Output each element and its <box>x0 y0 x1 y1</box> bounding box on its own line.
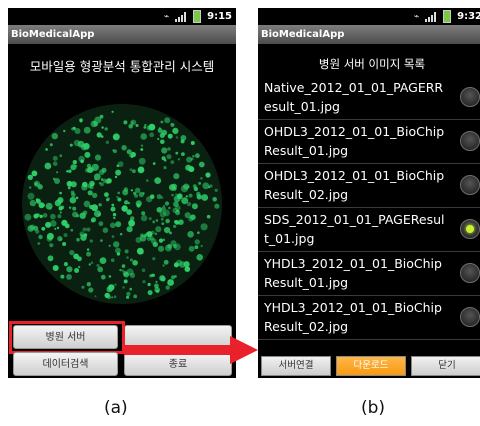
radio-button[interactable] <box>460 219 480 239</box>
data-search-button[interactable]: 데이터검색 <box>13 352 118 376</box>
radio-button[interactable] <box>460 175 480 195</box>
fluorescence-image <box>22 104 222 304</box>
list-item[interactable]: OHDL3_2012_01_01_BioChipResult_01.jpg <box>258 120 480 164</box>
file-name: OHDL3_2012_01_01_BioChipResult_01.jpg <box>264 124 445 158</box>
file-name: SDS_2012_01_01_PAGEResult_01.jpg <box>264 212 445 246</box>
radio-button[interactable] <box>460 307 480 327</box>
app-title: BioMedicalApp <box>258 25 480 44</box>
file-list: Native_2012_01_01_PAGERResult_01.jpg OHD… <box>258 76 480 340</box>
phone-screen-b: ⌁ 9:32 BioMedicalApp 병원 서버 이미지 목록 Native… <box>258 8 480 378</box>
file-name: YHDL3_2012_01_01_BioChipResult_01.jpg <box>264 256 442 290</box>
file-name: YHDL3_2012_01_01_BioChipResult_02.jpg <box>264 300 442 334</box>
list-item[interactable]: YHDL3_2012_01_01_BioChipResult_02.jpg <box>258 296 480 340</box>
usb-icon: ⌁ <box>163 11 170 22</box>
page-heading: 모바일용 형광분석 통합관리 시스템 <box>29 59 215 74</box>
list-item[interactable]: OHDL3_2012_01_01_BioChipResult_02.jpg <box>258 164 480 208</box>
download-button[interactable]: 다운로드 <box>336 356 406 376</box>
caption-b: (b) <box>361 398 386 418</box>
phone-screen-a: ⌁ 9:15 BioMedicalApp 모바일용 형광분석 통합관리 시스템 … <box>8 8 236 378</box>
caption-a: (a) <box>104 398 128 418</box>
status-time: 9:15 <box>207 11 232 22</box>
status-time: 9:32 <box>457 11 480 22</box>
highlight-box <box>9 321 125 354</box>
radio-button[interactable] <box>460 263 480 283</box>
status-bar: ⌁ 9:15 <box>8 8 236 25</box>
list-item[interactable]: YHDL3_2012_01_01_BioChipResult_01.jpg <box>258 252 480 296</box>
signal-icon <box>175 11 187 22</box>
list-item[interactable]: SDS_2012_01_01_PAGEResult_01.jpg <box>258 208 480 252</box>
battery-icon <box>443 10 452 23</box>
close-button[interactable]: 닫기 <box>411 356 480 376</box>
file-name: OHDL3_2012_01_01_BioChipResult_02.jpg <box>264 168 445 202</box>
radio-button[interactable] <box>460 131 480 151</box>
file-name: Native_2012_01_01_PAGERResult_01.jpg <box>264 80 444 114</box>
battery-icon <box>193 10 202 23</box>
bottom-button-bar: 서버연결 다운로드 닫기 <box>258 354 480 378</box>
status-bar: ⌁ 9:32 <box>258 8 480 25</box>
app-title: BioMedicalApp <box>8 25 236 44</box>
list-heading: 병원 서버 이미지 목록 <box>318 57 426 71</box>
usb-icon: ⌁ <box>413 11 420 22</box>
signal-icon <box>425 11 437 22</box>
arrow-right-icon <box>124 336 258 364</box>
list-item[interactable]: Native_2012_01_01_PAGERResult_01.jpg <box>258 76 480 120</box>
radio-button[interactable] <box>460 87 480 107</box>
server-connect-button[interactable]: 서버연결 <box>261 356 331 376</box>
